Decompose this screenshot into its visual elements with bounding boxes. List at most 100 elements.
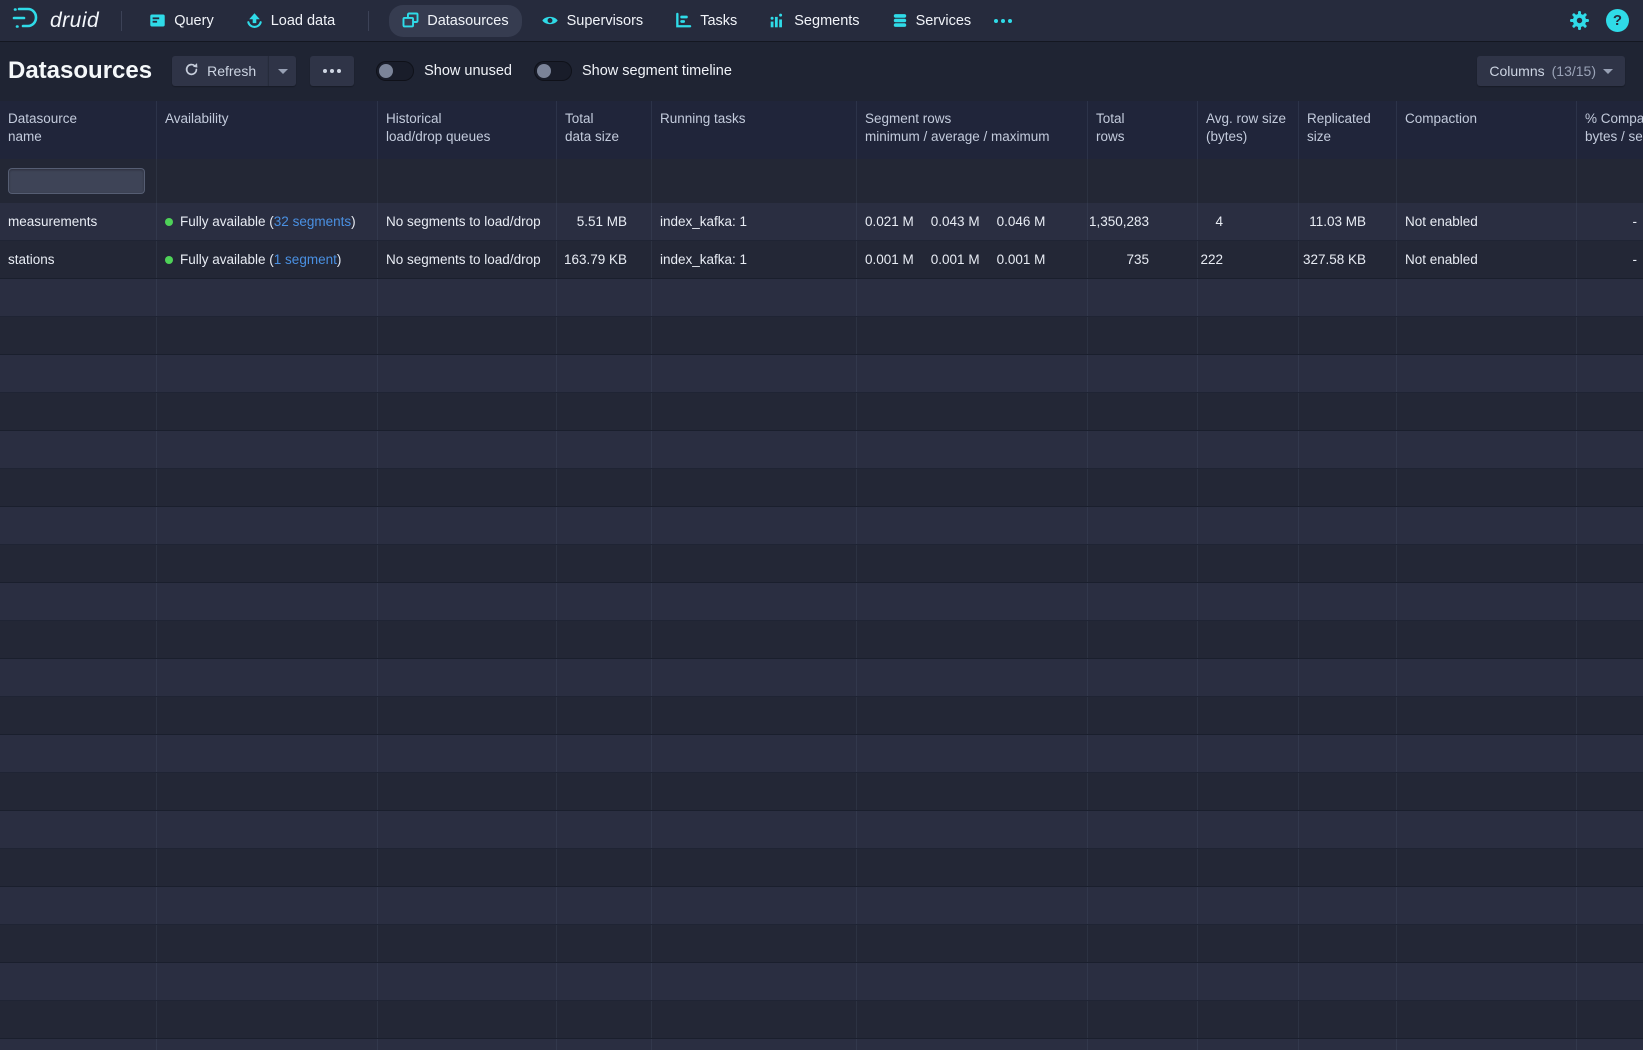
empty-cell — [1198, 849, 1299, 886]
nav-item-supervisors[interactable]: Supervisors — [528, 5, 657, 37]
empty-cell — [857, 1001, 1088, 1038]
empty-cell — [1088, 659, 1198, 696]
nav-item-services[interactable]: Services — [879, 5, 985, 37]
empty-cell — [378, 811, 557, 848]
column-header-load-drop[interactable]: Historicalload/drop queues — [378, 101, 557, 159]
empty-cell — [157, 507, 378, 544]
empty-row — [0, 545, 1643, 583]
refresh-button[interactable]: Refresh — [172, 56, 268, 86]
empty-cell — [557, 507, 652, 544]
empty-cell — [1299, 887, 1397, 924]
table-header-row: DatasourcenameAvailabilityHistoricalload… — [0, 101, 1643, 159]
empty-cell — [1198, 431, 1299, 468]
running-tasks-cell: index_kafka: 1 — [652, 241, 857, 278]
empty-cell — [1088, 925, 1198, 962]
column-header-running-tasks[interactable]: Running tasks — [652, 101, 857, 159]
datasource-name-cell[interactable]: stations — [0, 241, 157, 278]
empty-cell — [1577, 659, 1643, 696]
column-header-total-data-size[interactable]: Totaldata size — [557, 101, 652, 159]
empty-cell — [557, 393, 652, 430]
empty-cell — [1397, 469, 1577, 506]
empty-cell — [857, 507, 1088, 544]
empty-cell — [857, 621, 1088, 658]
nav-item-label: Load data — [271, 13, 336, 29]
empty-cell — [378, 317, 557, 354]
empty-cell — [1198, 279, 1299, 316]
table-filter-row — [0, 159, 1643, 203]
empty-row — [0, 811, 1643, 849]
empty-cell — [157, 393, 378, 430]
empty-cell — [1397, 1001, 1577, 1038]
columns-button[interactable]: Columns (13/15) — [1477, 56, 1625, 86]
empty-row — [0, 431, 1643, 469]
datasource-row: stationsFully available (1 segment)No se… — [0, 241, 1643, 279]
column-header-replicated-size[interactable]: Replicatedsize — [1299, 101, 1397, 159]
column-header-datasource-name[interactable]: Datasourcename — [0, 101, 157, 159]
gear-icon[interactable] — [1569, 10, 1590, 31]
empty-cell — [652, 1039, 857, 1050]
empty-cell — [1088, 621, 1198, 658]
druid-logo[interactable]: druid — [10, 5, 107, 36]
empty-cell — [857, 659, 1088, 696]
empty-cell — [0, 583, 157, 620]
empty-cell — [652, 925, 857, 962]
empty-cell — [1577, 545, 1643, 582]
column-header-compaction[interactable]: Compaction — [1397, 101, 1577, 159]
empty-cell — [1299, 925, 1397, 962]
segments-link[interactable]: 1 segment — [274, 252, 337, 267]
empty-cell — [1299, 507, 1397, 544]
empty-cell — [378, 621, 557, 658]
nav-item-datasources[interactable]: Datasources — [389, 5, 521, 37]
datasource-name-cell[interactable]: measurements — [0, 203, 157, 240]
nav-item-label: Services — [916, 13, 972, 29]
empty-cell — [0, 963, 157, 1000]
column-header-segment-rows[interactable]: Segment rowsminimum / average / maximum — [857, 101, 1088, 159]
help-icon[interactable]: ? — [1606, 9, 1629, 32]
segments-link[interactable]: 32 segments — [274, 214, 351, 229]
empty-cell — [1088, 279, 1198, 316]
empty-cell — [652, 1001, 857, 1038]
show-segment-timeline-toggle[interactable] — [534, 61, 572, 81]
empty-cell — [1088, 887, 1198, 924]
nav-item-label: Segments — [794, 13, 859, 29]
nav-item-segments[interactable]: Segments — [756, 5, 872, 37]
empty-cell — [1088, 1039, 1198, 1050]
empty-cell — [378, 545, 557, 582]
total-data-size-cell: 5.51 MB — [557, 203, 652, 240]
empty-cell — [1397, 545, 1577, 582]
toolbar-more-button[interactable] — [310, 56, 354, 86]
column-header-total-rows[interactable]: Totalrows — [1088, 101, 1198, 159]
column-header-avg-row-size[interactable]: Avg. row size(bytes) — [1198, 101, 1299, 159]
running-tasks-cell: index_kafka: 1 — [652, 203, 857, 240]
empty-cell — [1577, 355, 1643, 392]
empty-cell — [0, 735, 157, 772]
refresh-options-button[interactable] — [268, 56, 296, 86]
availability-text: ) — [351, 214, 356, 229]
empty-cell — [1577, 697, 1643, 734]
empty-cell — [857, 963, 1088, 1000]
empty-cell — [1198, 583, 1299, 620]
empty-cell — [557, 1039, 652, 1050]
nav-more-button[interactable] — [984, 5, 1022, 37]
empty-cell — [378, 659, 557, 696]
empty-cell — [0, 355, 157, 392]
empty-cell — [857, 583, 1088, 620]
empty-cell — [1088, 431, 1198, 468]
nav-item-load-data[interactable]: Load data — [233, 5, 349, 37]
show-unused-toggle[interactable] — [376, 61, 414, 81]
empty-cell — [157, 963, 378, 1000]
empty-cell — [1299, 697, 1397, 734]
empty-cell — [652, 887, 857, 924]
nav-item-query[interactable]: Query — [136, 5, 227, 37]
columns-count: (13/15) — [1552, 63, 1596, 79]
datasource-name-filter-input[interactable] — [8, 168, 145, 194]
empty-cell — [1397, 621, 1577, 658]
nav-item-tasks[interactable]: Tasks — [662, 5, 750, 37]
avg-row-size-cell: 4 — [1198, 203, 1299, 240]
empty-cell — [1397, 659, 1577, 696]
column-header-pct-compacted[interactable]: % Compabytes / se — [1577, 101, 1643, 159]
empty-cell — [1397, 583, 1577, 620]
empty-cell — [557, 697, 652, 734]
empty-row — [0, 849, 1643, 887]
column-header-availability[interactable]: Availability — [157, 101, 378, 159]
